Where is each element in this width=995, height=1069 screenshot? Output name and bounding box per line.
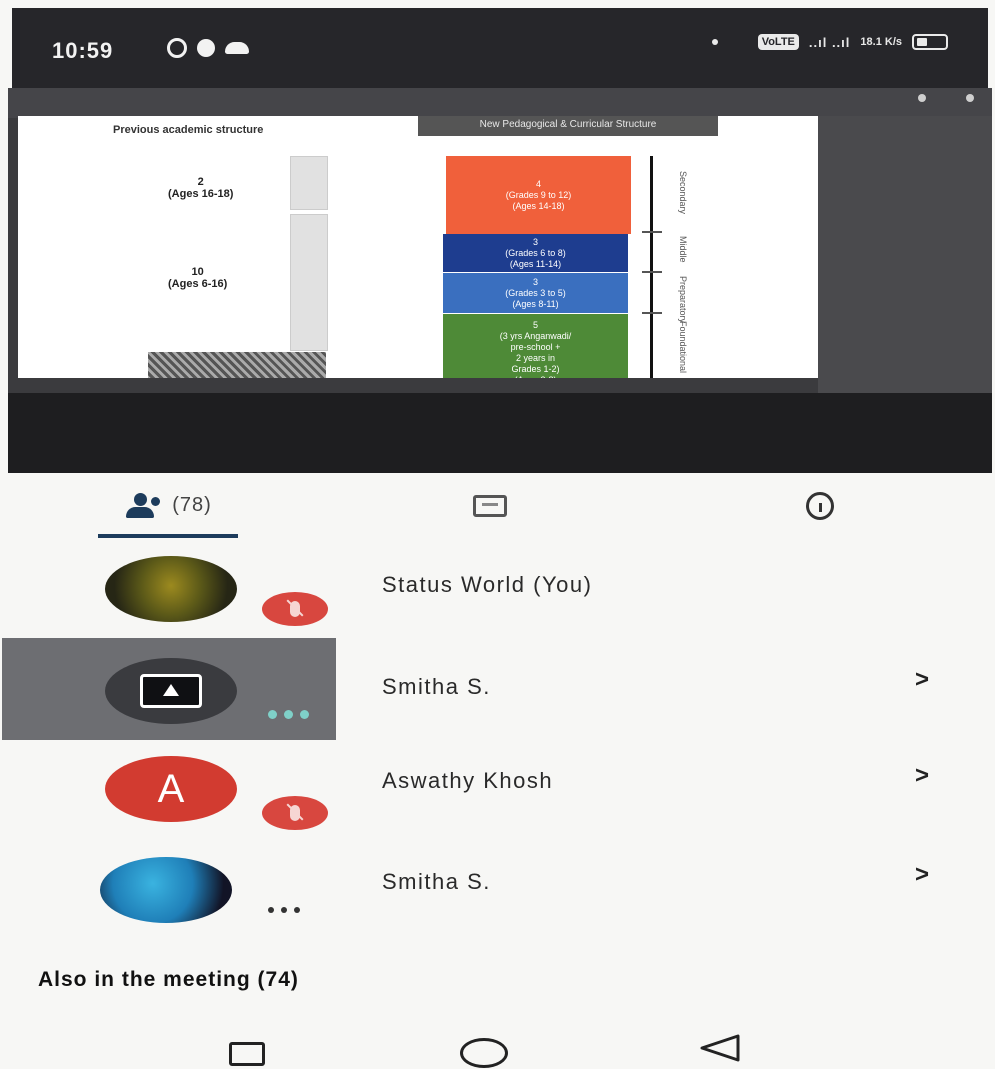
- participant-name: Aswathy Khosh: [382, 768, 554, 793]
- people-icon: [124, 492, 164, 519]
- tab-people[interactable]: (78): [98, 473, 238, 538]
- back-icon[interactable]: [700, 1034, 742, 1062]
- status-left-icons: [167, 38, 249, 58]
- mic-muted-icon: [262, 796, 328, 830]
- cloud-icon: [225, 42, 249, 54]
- video-top-strip: [8, 88, 992, 118]
- axis-tick: [642, 271, 662, 273]
- participant-row[interactable]: Smitha S. >: [0, 845, 995, 945]
- participant-name: Smitha S.: [382, 674, 491, 699]
- slide-right-header: New Pedagogical & Curricular Structure: [418, 116, 718, 136]
- speaking-indicator-icon: [268, 710, 309, 719]
- avatar: [100, 857, 232, 923]
- video-control-icon[interactable]: [918, 94, 926, 102]
- network-speed: 18.1 K/s: [860, 36, 902, 48]
- video-top-icons: [918, 94, 974, 102]
- volte-badge: VoLTE: [757, 34, 799, 50]
- home-icon[interactable]: [460, 1038, 508, 1068]
- tab-bar: (78): [0, 473, 995, 543]
- video-menu-icon[interactable]: [966, 94, 974, 102]
- axis-tick: [642, 231, 662, 233]
- avatar: [105, 556, 237, 622]
- participant-row[interactable]: Status World (You): [0, 540, 995, 640]
- screen-share-avatar: [105, 658, 237, 724]
- stage-block-middle: 3 (Grades 6 to 8) (Ages 11-14): [443, 234, 628, 272]
- info-icon: [806, 491, 834, 520]
- mic-muted-icon: [262, 592, 328, 626]
- screen-share-icon: [140, 674, 202, 708]
- slide-label-lower: 10 (Ages 6-16): [168, 266, 228, 290]
- chat-icon: [473, 494, 507, 517]
- axis-label-middle: Middle: [678, 236, 688, 263]
- system-nav-bar: [0, 1018, 995, 1069]
- slide-side-panel: [818, 116, 992, 396]
- notification-dot-icon: [711, 39, 718, 45]
- axis-tick: [642, 312, 662, 314]
- presentation-video[interactable]: Previous academic structure New Pedagogi…: [8, 88, 992, 473]
- battery-icon: [912, 34, 948, 50]
- chevron-right-icon[interactable]: >: [915, 666, 929, 694]
- old-structure-bar-lower: [290, 214, 328, 351]
- participant-row[interactable]: Smitha S. >: [0, 638, 995, 740]
- stage-axis: [650, 156, 653, 378]
- participant-name: Smitha S.: [382, 869, 491, 894]
- chevron-right-icon[interactable]: >: [915, 861, 929, 889]
- recent-apps-icon[interactable]: [229, 1042, 265, 1066]
- stage-block-preparatory: 3 (Grades 3 to 5) (Ages 8-11): [443, 273, 628, 313]
- people-count: (78): [172, 494, 212, 516]
- old-structure-bar-upper: [290, 156, 328, 210]
- stage-block-foundational: 5 (3 yrs Anganwadi/ pre-school + 2 years…: [443, 314, 628, 378]
- axis-label-preparatory: Preparatory: [678, 276, 688, 324]
- shared-slide: Previous academic structure New Pedagogi…: [18, 116, 818, 378]
- status-time: 10:59: [52, 38, 114, 63]
- signal-icon: ..ıl ..ıl: [808, 34, 851, 50]
- status-right-icons: VoLTE ..ıl ..ıl 18.1 K/s: [711, 34, 948, 50]
- chevron-right-icon[interactable]: >: [915, 762, 929, 790]
- old-structure-base: [148, 352, 326, 378]
- participant-row[interactable]: A Aswathy Khosh >: [0, 740, 995, 840]
- axis-label-foundational: Foundational: [678, 321, 688, 374]
- avatar: A: [105, 756, 237, 822]
- record-icon: [197, 39, 215, 57]
- stage-block-secondary: 4 (Grades 9 to 12) (Ages 14-18): [446, 156, 631, 234]
- participant-name: Status World (You): [382, 572, 593, 597]
- slide-label-upper: 2 (Ages 16-18): [168, 176, 234, 200]
- whatsapp-icon: [167, 38, 187, 58]
- more-options-icon: [268, 907, 300, 913]
- axis-label-secondary: Secondary: [678, 171, 688, 215]
- also-in-meeting-header: Also in the meeting (74): [38, 968, 299, 991]
- status-bar: 10:59 VoLTE ..ıl ..ıl 18.1 K/s: [12, 8, 988, 90]
- video-bottom-bar: [8, 393, 992, 473]
- meeting-screen: 10:59 VoLTE ..ıl ..ıl 18.1 K/s Previous …: [0, 0, 995, 1069]
- tab-chat[interactable]: [440, 473, 540, 538]
- tab-info[interactable]: [770, 473, 870, 538]
- slide-left-header: Previous academic structure: [113, 124, 264, 136]
